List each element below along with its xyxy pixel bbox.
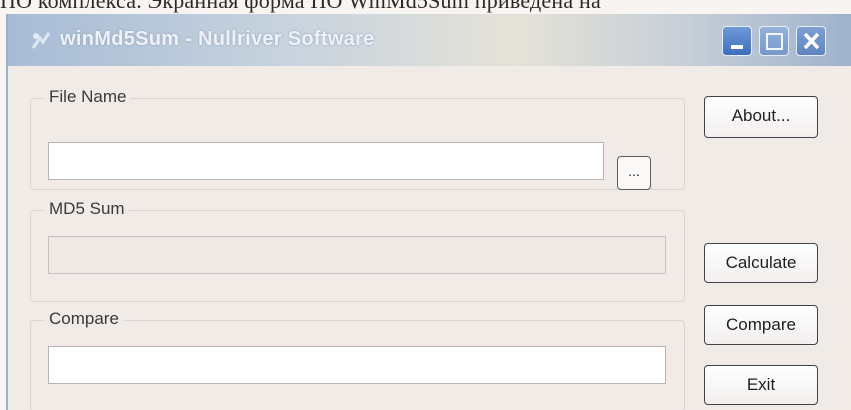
close-icon [803,32,820,50]
about-button[interactable]: About... [704,96,818,138]
maximize-button[interactable] [759,26,789,56]
browse-button[interactable]: ... [617,156,651,190]
compare-button[interactable]: Compare [704,305,818,345]
document-header-text: ПО комплекса. Экранная форма ПО WinMd5Su… [0,0,601,13]
close-button[interactable] [796,26,826,56]
file-name-input[interactable] [48,142,604,180]
window-title: winMd5Sum - Nullriver Software [60,28,375,50]
md5-sum-label: MD5 Sum [45,199,129,219]
compare-input[interactable] [48,346,666,384]
app-window: winMd5Sum - Nullriver Software File Name [6,14,851,410]
exit-button[interactable]: Exit [704,365,818,405]
calculate-button[interactable]: Calculate [704,243,818,283]
minimize-button[interactable] [722,26,752,56]
scanned-page: ПО комплекса. Экранная форма ПО WinMd5Su… [0,0,851,410]
minimize-icon [731,45,743,49]
md5-sum-field[interactable] [48,236,666,274]
file-name-label: File Name [45,87,131,107]
maximize-icon [766,33,783,50]
app-icon [30,30,52,52]
compare-label: Compare [45,309,123,329]
title-bar[interactable]: winMd5Sum - Nullriver Software [8,14,851,66]
